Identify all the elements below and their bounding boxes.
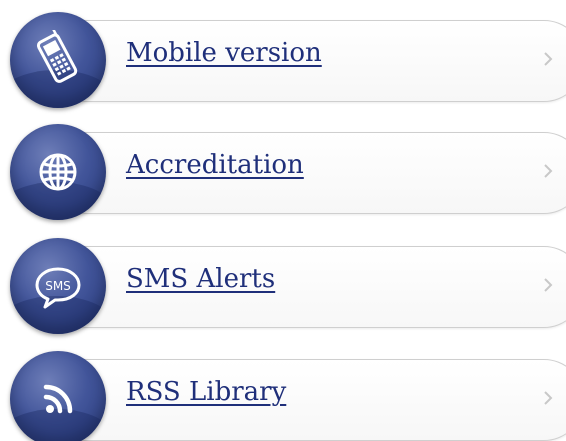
icon-badge: SMS <box>10 238 106 334</box>
icon-badge <box>10 12 106 108</box>
chevron-right-icon <box>544 278 553 292</box>
quick-links-menu: Mobile version Accreditation SMS SMS Ale… <box>0 0 566 441</box>
menu-item-accreditation[interactable]: Accreditation <box>0 112 566 220</box>
globe-icon <box>39 153 77 191</box>
menu-item-pill[interactable] <box>46 132 566 214</box>
menu-item-pill[interactable] <box>46 246 566 328</box>
menu-item-sms-alerts[interactable]: SMS SMS Alerts <box>0 226 566 334</box>
sms-bubble-icon: SMS <box>35 267 81 309</box>
menu-item-mobile-version[interactable]: Mobile version <box>0 0 566 108</box>
mobile-phone-icon <box>36 30 78 83</box>
chevron-right-icon <box>544 52 553 66</box>
menu-item-rss-library[interactable]: RSS Library <box>0 339 566 441</box>
rss-icon <box>43 384 73 414</box>
icon-badge <box>10 124 106 220</box>
menu-item-label[interactable]: SMS Alerts <box>126 264 275 294</box>
chevron-right-icon <box>544 164 553 178</box>
menu-item-pill[interactable] <box>46 359 566 441</box>
menu-item-label[interactable]: Mobile version <box>126 38 322 68</box>
chevron-right-icon <box>544 391 553 405</box>
menu-item-label[interactable]: Accreditation <box>126 150 304 180</box>
icon-badge <box>10 351 106 441</box>
menu-item-label[interactable]: RSS Library <box>126 377 286 407</box>
svg-text:SMS: SMS <box>45 279 71 293</box>
